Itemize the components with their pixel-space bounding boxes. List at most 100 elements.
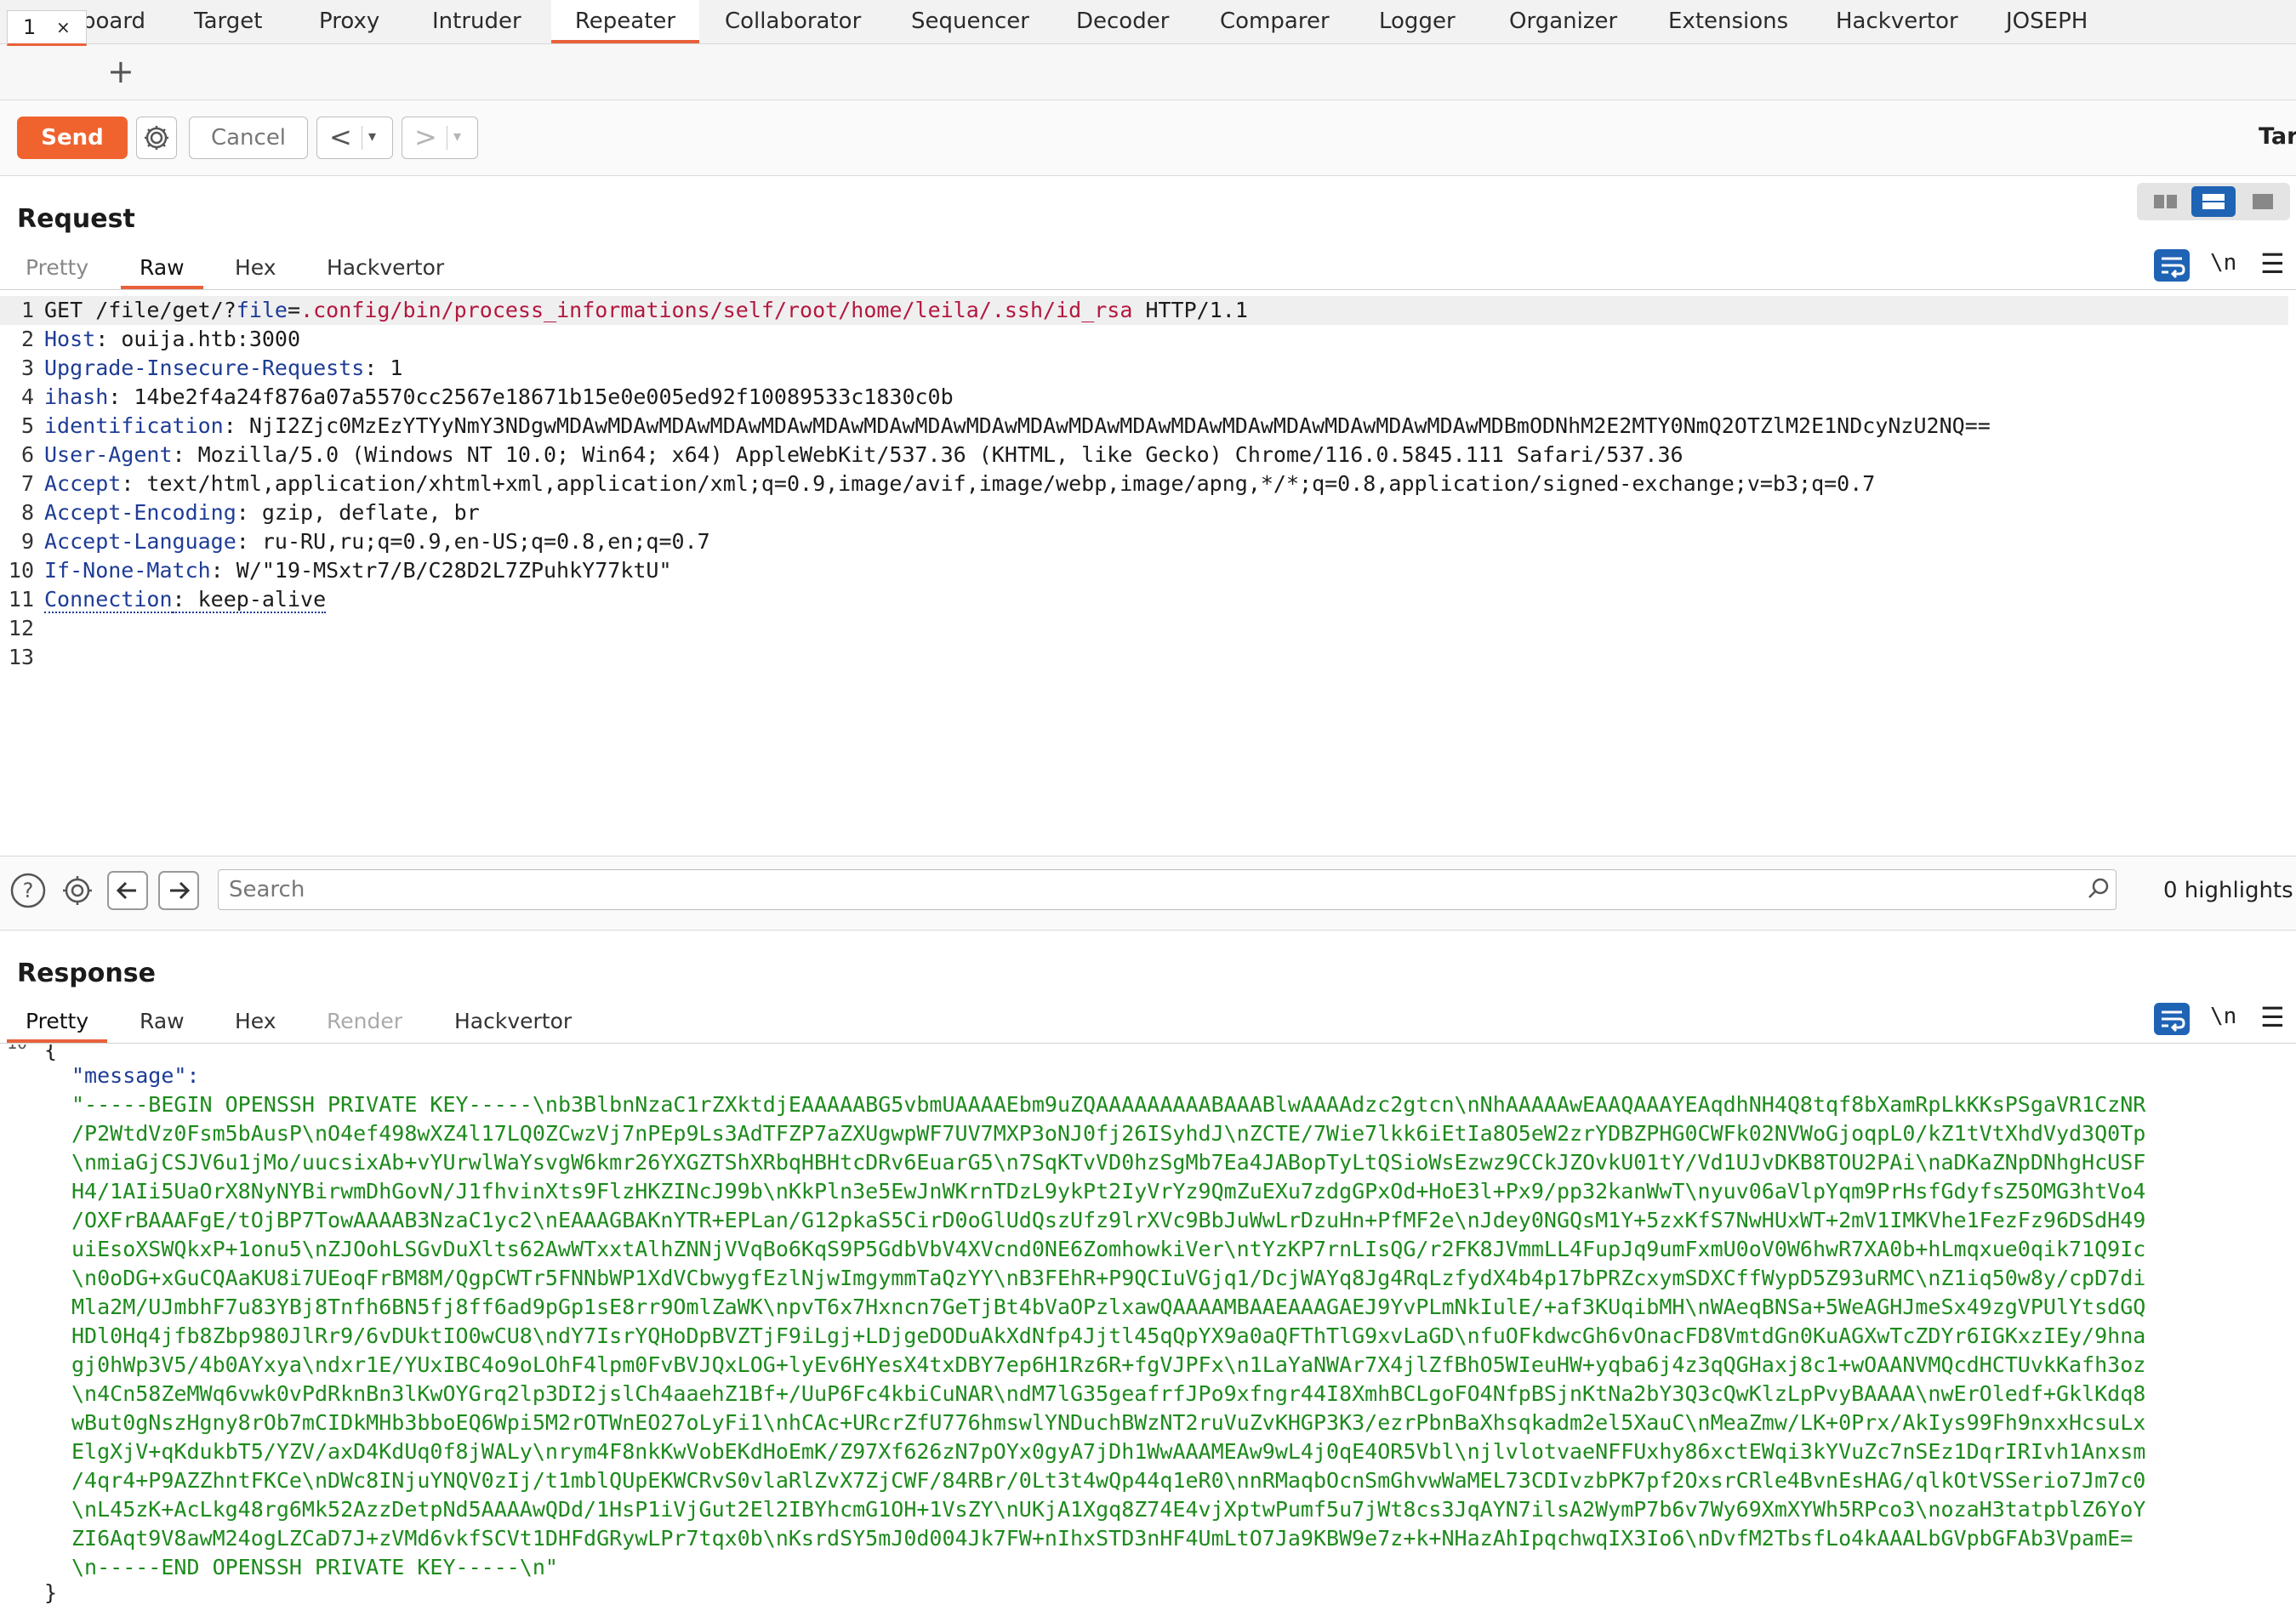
chevron-down-icon[interactable]: ▾	[453, 117, 461, 157]
cancel-button[interactable]: Cancel	[189, 117, 308, 159]
forward-button[interactable]: > ▾	[402, 117, 478, 159]
line-number: 13	[8, 645, 34, 669]
nav-tab-decoder[interactable]: Decoder	[1064, 0, 1181, 43]
send-button[interactable]: Send	[17, 117, 128, 159]
line-number: 8	[20, 500, 34, 525]
nav-tab-hackvertor[interactable]: Hackvertor	[1824, 0, 1970, 43]
header-name: User-Agent	[44, 442, 173, 467]
response-view-tabs: Pretty Raw Hex Render Hackvertor	[0, 1002, 2296, 1044]
response-tab-render[interactable]: Render	[308, 1002, 421, 1043]
back-button[interactable]: < ▾	[316, 117, 393, 159]
top-navigation-bar: Dashboard Target Proxy Intruder Repeater…	[0, 0, 2296, 44]
text-segment: : Mozilla/5.0 (Windows NT 10.0; Win64; x…	[172, 442, 1684, 467]
request-line-code: Connection: keep-alive	[44, 585, 327, 614]
search-input[interactable]: Search	[218, 869, 2117, 910]
response-editor[interactable]: 10 { "message": "-----BEGIN OPENSSH PRIV…	[0, 1044, 2296, 1616]
json-string-line: \n0oDG+xGuCQAaKU8i7UEoqFrBM8M/QgpCWTr5FN…	[71, 1266, 2146, 1290]
gear-icon[interactable]	[58, 871, 97, 910]
word-wrap-button[interactable]	[2154, 249, 2190, 282]
nav-tab-logger[interactable]: Logger	[1367, 0, 1467, 43]
line-number: 3	[20, 356, 34, 380]
nav-tab-proxy[interactable]: Proxy	[307, 0, 391, 43]
help-icon[interactable]: ?	[9, 871, 48, 910]
header-name: Upgrade-Insecure-Requests	[44, 356, 365, 380]
nav-tab-sequencer[interactable]: Sequencer	[899, 0, 1041, 43]
close-icon[interactable]: ×	[56, 11, 71, 43]
text-segment: GET /file/get/?	[44, 298, 236, 322]
response-tab-pretty[interactable]: Pretty	[7, 1002, 108, 1043]
request-tab-hackvertor[interactable]: Hackvertor	[308, 248, 463, 289]
json-string-line: /P2WtdVz0Fsm5bAusP\nO4ef498wXZ4l17LQ0ZCw…	[71, 1121, 2146, 1146]
json-string-line: /OXFrBAAAFgE/tOjBP7TowAAAAB3NzaC1yc2\nEA…	[71, 1208, 2146, 1232]
response-tab-raw[interactable]: Raw	[121, 1002, 203, 1043]
query-param-value: .config/bin/process_informations/self/ro…	[300, 298, 1133, 322]
json-string-line: HDl0Hq4jfb8Zbp980JlRr9/6vDUktIO0wCU8\ndY…	[71, 1323, 2146, 1348]
nav-tab-intruder[interactable]: Intruder	[420, 0, 533, 43]
layout-toggle-group	[2137, 183, 2290, 220]
layout-stacked-button[interactable]	[2191, 186, 2236, 217]
layout-tabs-button[interactable]	[2241, 186, 2285, 217]
request-line-code: GET /file/get/?file=.config/bin/process_…	[44, 296, 1248, 325]
text-segment: HTTP/1.1	[1132, 298, 1248, 322]
request-view-tabs: Pretty Raw Hex Hackvertor	[0, 248, 2296, 290]
text-segment: : text/html,application/xhtml+xml,applic…	[121, 471, 1876, 496]
wrap-icon	[2162, 257, 2185, 279]
header-name: identification	[44, 413, 224, 438]
chevron-down-icon[interactable]: ▾	[368, 117, 376, 157]
json-string-line: \n4Cn58ZeMWq6vwk0vPdRknBn3lKwOYGrq2lp3DI…	[71, 1381, 2146, 1406]
line-number: 10	[7, 1044, 27, 1053]
repeater-tab-1[interactable]: 1 ×	[7, 10, 87, 46]
request-tab-pretty[interactable]: Pretty	[7, 248, 107, 289]
nav-tab-collaborator[interactable]: Collaborator	[713, 0, 873, 43]
json-string-line: \nmiaGjCSJV6u1jMo/uucsixAb+vYUrwlWaYsvgW…	[71, 1150, 2146, 1175]
json-string-line: gj0hWp3V5/4b0AYxya\ndxr1E/YUxIBC4o9oLOhF…	[71, 1352, 2146, 1377]
gear-icon	[145, 126, 168, 150]
response-tab-hackvertor[interactable]: Hackvertor	[436, 1002, 590, 1043]
request-line-code: Host: ouija.htb:3000	[44, 325, 300, 354]
next-match-button[interactable]	[158, 871, 199, 910]
text-segment: : keep-alive	[172, 587, 327, 613]
request-tab-hex[interactable]: Hex	[216, 248, 295, 289]
word-wrap-button[interactable]	[2154, 1003, 2190, 1035]
text-segment: : ru-RU,ru;q=0.9,en-US;q=0.8,en;q=0.7	[236, 529, 710, 554]
nav-tab-comparer[interactable]: Comparer	[1208, 0, 1342, 43]
settings-button[interactable]	[136, 117, 177, 159]
response-tab-hex[interactable]: Hex	[216, 1002, 295, 1043]
request-line: 1 GET /file/get/?file=.config/bin/process…	[0, 296, 2288, 325]
line-number: 11	[8, 587, 34, 612]
chevron-right-icon: >	[414, 121, 437, 153]
header-name: Connection	[44, 587, 173, 613]
json-key: "message":	[71, 1063, 200, 1088]
json-close-brace: }	[44, 1580, 58, 1605]
previous-match-button[interactable]	[107, 871, 148, 910]
layout-side-by-side-button[interactable]	[2144, 186, 2188, 217]
chevron-left-icon: <	[329, 121, 352, 153]
menu-icon[interactable]: ☰	[2260, 248, 2285, 280]
json-open-brace: {	[44, 1044, 58, 1062]
request-line-code: User-Agent: Mozilla/5.0 (Windows NT 10.0…	[44, 441, 1684, 470]
wrap-icon	[2162, 1010, 2185, 1033]
repeater-tab-bar	[0, 44, 2296, 100]
nav-tab-organizer[interactable]: Organizer	[1497, 0, 1629, 43]
nav-tab-repeater[interactable]: Repeater	[551, 0, 699, 43]
request-tab-raw[interactable]: Raw	[121, 248, 203, 289]
nav-tab-target[interactable]: Target	[182, 0, 274, 43]
json-string-line: \n-----END OPENSSH PRIVATE KEY-----\n"	[71, 1555, 558, 1579]
nav-tab-extensions[interactable]: Extensions	[1656, 0, 1800, 43]
single-pane-icon	[2253, 194, 2273, 209]
target-label[interactable]: Tar	[2259, 123, 2296, 150]
show-newlines-toggle[interactable]: \n	[2210, 1004, 2236, 1029]
header-name: If-None-Match	[44, 558, 211, 583]
add-tab-icon[interactable]: +	[107, 53, 134, 90]
line-number: 1	[20, 298, 34, 322]
header-name: Accept-Encoding	[44, 500, 236, 525]
repeater-tab-label: 1	[23, 15, 37, 39]
nav-tab-joseph[interactable]: JOSEPH	[1994, 0, 2099, 43]
line-number: 7	[20, 471, 34, 496]
json-string-line: "-----BEGIN OPENSSH PRIVATE KEY-----\nb3…	[71, 1092, 2146, 1117]
json-string-line: \nL45zK+AcLkg48rg6Mk52AzzDetpNd5AAAAwQDd…	[71, 1497, 2146, 1522]
header-name: Accept-Language	[44, 529, 236, 554]
text-segment: : W/"19-MSxtr7/B/C28D2L7ZPuhkY77ktU"	[210, 558, 672, 583]
show-newlines-toggle[interactable]: \n	[2210, 250, 2236, 276]
menu-icon[interactable]: ☰	[2260, 1001, 2285, 1033]
